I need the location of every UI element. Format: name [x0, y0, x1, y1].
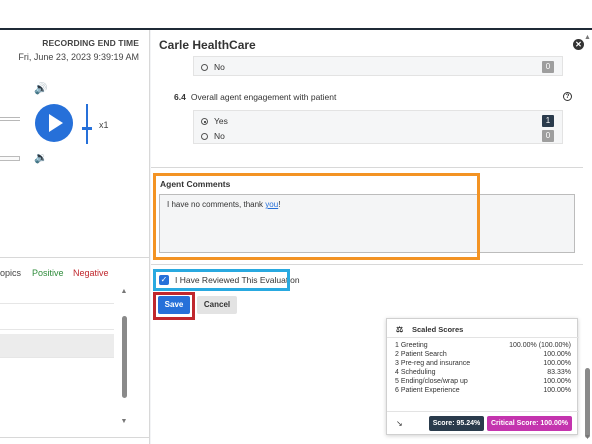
score-name: 5 Ending/close/wrap up [395, 378, 468, 385]
slider-knob[interactable] [82, 127, 92, 130]
left-scrollbar[interactable]: ▲ ▼ [120, 288, 128, 428]
collapse-icon[interactable]: ↘ [396, 419, 403, 428]
radio-icon[interactable] [201, 64, 208, 71]
option-label: Yes [214, 116, 228, 126]
radio-selected-icon[interactable] [201, 118, 208, 125]
score-chip: 0 [542, 130, 554, 142]
score-name: 1 Greeting [395, 342, 428, 349]
left-divider [0, 257, 150, 258]
question-options-prev: No 0 [193, 56, 563, 76]
score-chip: 1 [542, 115, 554, 127]
tab-negative[interactable]: Negative [73, 268, 109, 278]
slider-track [86, 104, 88, 144]
balance-scale-icon: ⚖ [396, 325, 404, 334]
scores-header: ⚖ Scaled Scores [396, 325, 463, 334]
scores-title: Scaled Scores [412, 325, 464, 334]
list-item[interactable] [0, 334, 114, 358]
radio-icon[interactable] [201, 133, 208, 140]
recording-end-label: RECORDING END TIME [42, 38, 139, 48]
tab-topics[interactable]: opics [0, 268, 21, 278]
audio-player-panel: RECORDING END TIME Fri, June 23, 2023 9:… [0, 30, 150, 444]
option-label: No [214, 131, 225, 141]
close-icon[interactable]: ✕ [573, 39, 584, 50]
scaled-scores-card: ⚖ Scaled Scores 1 Greeting 100.00% (100.00… [386, 318, 579, 435]
cancel-button[interactable]: Cancel [197, 296, 237, 314]
question-text: Overall agent engagement with patient [190, 92, 337, 102]
volume-up-icon[interactable]: 🔊 [34, 83, 48, 95]
playback-speed-slider[interactable] [82, 104, 92, 144]
right-scroll-thumb[interactable] [585, 368, 590, 438]
scroll-up-icon[interactable]: ▲ [584, 34, 591, 41]
scroll-up-icon[interactable]: ▲ [120, 288, 128, 296]
tab-positive[interactable]: Positive [32, 268, 64, 278]
waveform-line [0, 117, 20, 118]
question-title: 6.4 Overall agent engagement with patient [174, 92, 336, 102]
score-name: 2 Patient Search [395, 351, 447, 358]
left-bottom-divider [0, 437, 150, 438]
score-name: 3 Pre-reg and insurance [395, 360, 471, 367]
scroll-down-icon[interactable]: ▼ [584, 434, 591, 441]
save-highlight-box [153, 292, 195, 320]
option-label: No [214, 62, 225, 72]
score-value: 100.00% (100.00%) [509, 342, 571, 349]
panel-title: Carle HealthCare [159, 38, 256, 52]
question-number: 6.4 [174, 92, 186, 102]
score-value: 83.33% [547, 369, 571, 376]
scores-divider [387, 411, 579, 412]
left-scroll-thumb[interactable] [122, 316, 127, 398]
score-name: 4 Scheduling [395, 369, 436, 376]
score-value: 100.00% [543, 360, 571, 367]
recording-end-time: Fri, June 23, 2023 9:39:19 AM [18, 52, 139, 62]
list-item[interactable] [0, 288, 114, 304]
score-value: 100.00% [543, 378, 571, 385]
section-divider [151, 264, 583, 265]
scroll-down-icon[interactable]: ▼ [120, 418, 128, 426]
score-value: 100.00% [543, 387, 571, 394]
help-icon[interactable]: ? [563, 92, 572, 101]
seek-bar[interactable] [0, 156, 20, 161]
browser-top-bar [0, 0, 592, 30]
score-name: 6 Patient Experience [395, 387, 460, 394]
critical-score-badge: Critical Score: 100.00% [487, 416, 572, 431]
question-options: Yes 1 No 0 [193, 110, 563, 144]
option-yes[interactable]: Yes [201, 116, 228, 126]
option-no[interactable]: No [201, 131, 225, 141]
playback-speed-label: x1 [99, 120, 109, 130]
section-divider [151, 167, 583, 168]
list-item[interactable] [0, 304, 114, 330]
play-button[interactable] [35, 104, 73, 142]
score-value: 100.00% [543, 351, 571, 358]
option-no[interactable]: No [201, 62, 225, 72]
review-highlight-box [153, 269, 290, 291]
comments-highlight-box [153, 173, 480, 260]
play-icon [49, 114, 63, 132]
score-chip: 0 [542, 61, 554, 73]
scores-divider [387, 337, 579, 338]
waveform-line [0, 120, 20, 121]
volume-down-icon[interactable]: 🔉 [34, 152, 48, 164]
total-score-badge: Score: 95.24% [429, 416, 484, 431]
